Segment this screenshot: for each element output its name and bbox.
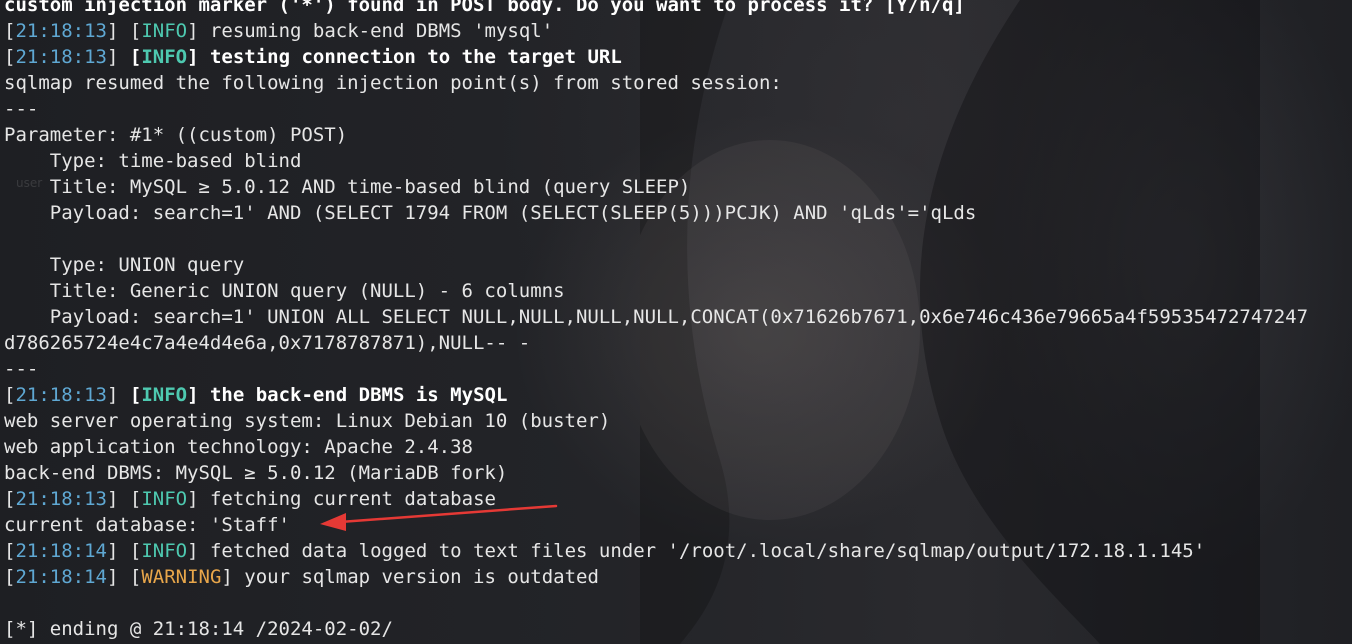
terminal-line: d786265724e4c7a4e4d4e6a,0x7178787871),NU… bbox=[4, 330, 1352, 356]
terminal-line: custom injection marker ('*') found in P… bbox=[4, 0, 1352, 18]
terminal-line: Title: Generic UNION query (NULL) - 6 co… bbox=[4, 278, 1352, 304]
bracket-close: ] bbox=[187, 488, 210, 510]
bracket-open: [ bbox=[129, 384, 142, 406]
terminal-line: [21:18:13] [INFO] testing connection to … bbox=[4, 44, 1352, 70]
terminal-line: Parameter: #1* ((custom) POST) bbox=[4, 122, 1352, 148]
bracket-close: ] bbox=[106, 566, 130, 588]
output-text: web application technology: Apache 2.4.3… bbox=[4, 436, 473, 458]
bracket-open: [ bbox=[4, 566, 16, 588]
bracket-close: ] bbox=[187, 540, 210, 562]
log-level: INFO bbox=[141, 20, 188, 42]
terminal-line: back-end DBMS: MySQL ≥ 5.0.12 (MariaDB f… bbox=[4, 460, 1352, 486]
terminal-line: Type: time-based blind bbox=[4, 148, 1352, 174]
bracket-close: ] bbox=[187, 46, 210, 68]
terminal-line: [21:18:14] [INFO] fetched data logged to… bbox=[4, 538, 1352, 564]
bracket-close: ] bbox=[221, 566, 245, 588]
bracket-close: ] bbox=[187, 20, 210, 42]
log-level: INFO bbox=[141, 46, 188, 68]
log-message: fetched data logged to text files under … bbox=[209, 540, 1206, 562]
terminal-line: --- bbox=[4, 96, 1352, 122]
output-text: --- bbox=[4, 358, 39, 380]
terminal-line: [*] ending @ 21:18:14 /2024-02-02/ bbox=[4, 616, 1352, 642]
log-level: INFO bbox=[141, 540, 188, 562]
output-text: [*] ending @ 21:18:14 /2024-02-02/ bbox=[4, 618, 393, 640]
output-text: current database: 'Staff' bbox=[4, 514, 290, 536]
bracket-close: ] bbox=[106, 488, 130, 510]
output-text: custom injection marker ('*') found in P… bbox=[4, 0, 965, 16]
output-text: Type: time-based blind bbox=[4, 150, 302, 172]
log-message: fetching current database bbox=[209, 488, 496, 510]
terminal-line: web server operating system: Linux Debia… bbox=[4, 408, 1352, 434]
terminal-line: Type: UNION query bbox=[4, 252, 1352, 278]
log-level-wrapper: [INFO] bbox=[130, 20, 210, 42]
log-level-wrapper: [INFO] bbox=[130, 384, 210, 406]
terminal-line: sqlmap resumed the following injection p… bbox=[4, 70, 1352, 96]
output-text: sqlmap resumed the following injection p… bbox=[4, 72, 782, 94]
bracket-open: [ bbox=[4, 540, 16, 562]
output-text: Type: UNION query bbox=[4, 254, 245, 276]
bracket-close: ] bbox=[106, 384, 130, 406]
bracket-open: [ bbox=[129, 566, 142, 588]
bracket-open: [ bbox=[4, 384, 16, 406]
bracket-open: [ bbox=[129, 540, 142, 562]
output-text: Parameter: #1* ((custom) POST) bbox=[4, 124, 348, 146]
log-timestamp: 21:18:13 bbox=[15, 488, 107, 510]
terminal-line: Payload: search=1' AND (SELECT 1794 FROM… bbox=[4, 200, 1352, 226]
log-message: your sqlmap version is outdated bbox=[244, 566, 599, 588]
terminal-window[interactable]: user custom injection marker ('*') found… bbox=[0, 0, 1352, 644]
log-message: resuming back-end DBMS 'mysql' bbox=[209, 20, 554, 42]
terminal-line: [21:18:13] [INFO] fetching current datab… bbox=[4, 486, 1352, 512]
log-message: the back-end DBMS is MySQL bbox=[209, 384, 508, 406]
bracket-close: ] bbox=[106, 46, 130, 68]
output-text: web server operating system: Linux Debia… bbox=[4, 410, 611, 432]
bracket-open: [ bbox=[4, 488, 16, 510]
terminal-line: Title: MySQL ≥ 5.0.12 AND time-based bli… bbox=[4, 174, 1352, 200]
log-level-wrapper: [INFO] bbox=[130, 488, 210, 510]
terminal-line: [21:18:14] [WARNING] your sqlmap version… bbox=[4, 564, 1352, 590]
log-message: testing connection to the target URL bbox=[209, 46, 622, 68]
terminal-line: --- bbox=[4, 356, 1352, 382]
log-timestamp: 21:18:13 bbox=[15, 20, 107, 42]
output-text: --- bbox=[4, 98, 39, 120]
log-level: WARNING bbox=[141, 566, 222, 588]
output-text: d786265724e4c7a4e4d4e6a,0x7178787871),NU… bbox=[4, 332, 531, 354]
terminal-line: current database: 'Staff' bbox=[4, 512, 1352, 538]
terminal-line: [21:18:13] [INFO] resuming back-end DBMS… bbox=[4, 18, 1352, 44]
log-timestamp: 21:18:13 bbox=[15, 46, 107, 68]
output-text: Title: Generic UNION query (NULL) - 6 co… bbox=[4, 280, 565, 302]
bracket-open: [ bbox=[4, 20, 16, 42]
output-text: Title: MySQL ≥ 5.0.12 AND time-based bli… bbox=[4, 176, 691, 198]
terminal-line: Payload: search=1' UNION ALL SELECT NULL… bbox=[4, 304, 1352, 330]
log-timestamp: 21:18:14 bbox=[15, 566, 107, 588]
output-text: back-end DBMS: MySQL ≥ 5.0.12 (MariaDB f… bbox=[4, 462, 508, 484]
log-level: INFO bbox=[141, 488, 188, 510]
bracket-open: [ bbox=[4, 46, 16, 68]
terminal-output[interactable]: custom injection marker ('*') found in P… bbox=[4, 0, 1352, 642]
log-level-wrapper: [WARNING] bbox=[130, 566, 244, 588]
bracket-open: [ bbox=[129, 488, 142, 510]
log-timestamp: 21:18:14 bbox=[15, 540, 107, 562]
bracket-open: [ bbox=[129, 46, 142, 68]
output-text: Payload: search=1' UNION ALL SELECT NULL… bbox=[4, 306, 1309, 328]
output-text: Payload: search=1' AND (SELECT 1794 FROM… bbox=[4, 202, 977, 224]
log-level: INFO bbox=[141, 384, 188, 406]
terminal-line: web application technology: Apache 2.4.3… bbox=[4, 434, 1352, 460]
log-level-wrapper: [INFO] bbox=[130, 540, 210, 562]
bracket-close: ] bbox=[187, 384, 210, 406]
bracket-close: ] bbox=[106, 20, 130, 42]
log-level-wrapper: [INFO] bbox=[130, 46, 210, 68]
bracket-close: ] bbox=[106, 540, 130, 562]
log-timestamp: 21:18:13 bbox=[15, 384, 107, 406]
bracket-open: [ bbox=[129, 20, 142, 42]
terminal-line: [21:18:13] [INFO] the back-end DBMS is M… bbox=[4, 382, 1352, 408]
